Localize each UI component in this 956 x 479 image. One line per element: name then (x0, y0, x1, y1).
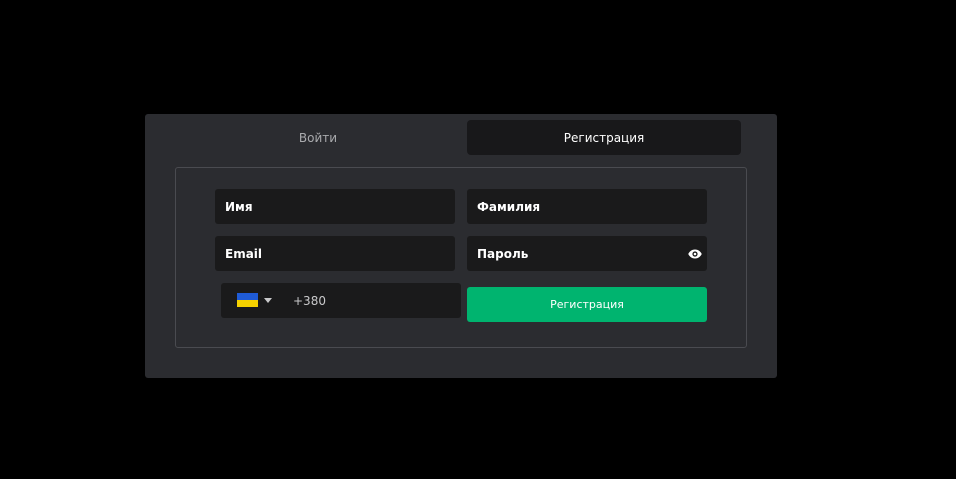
eye-icon[interactable] (688, 248, 702, 260)
register-submit-button[interactable]: Регистрация (467, 287, 707, 322)
email-input[interactable] (215, 236, 455, 271)
phone-field (221, 283, 461, 318)
last-name-input[interactable] (467, 189, 707, 224)
ukraine-flag-icon (237, 293, 258, 307)
first-name-input[interactable] (215, 189, 455, 224)
country-code-select[interactable] (221, 283, 285, 318)
auth-modal: Войти Регистрация Регистра (145, 114, 777, 378)
tab-login[interactable]: Войти (181, 120, 455, 155)
tab-register[interactable]: Регистрация (467, 120, 741, 155)
tab-register-label: Регистрация (563, 130, 645, 145)
tab-login-label: Войти (298, 130, 338, 145)
chevron-down-icon (264, 298, 272, 303)
password-input[interactable] (467, 236, 707, 271)
phone-input[interactable] (285, 283, 461, 318)
registration-form: Регистрация (175, 167, 747, 348)
